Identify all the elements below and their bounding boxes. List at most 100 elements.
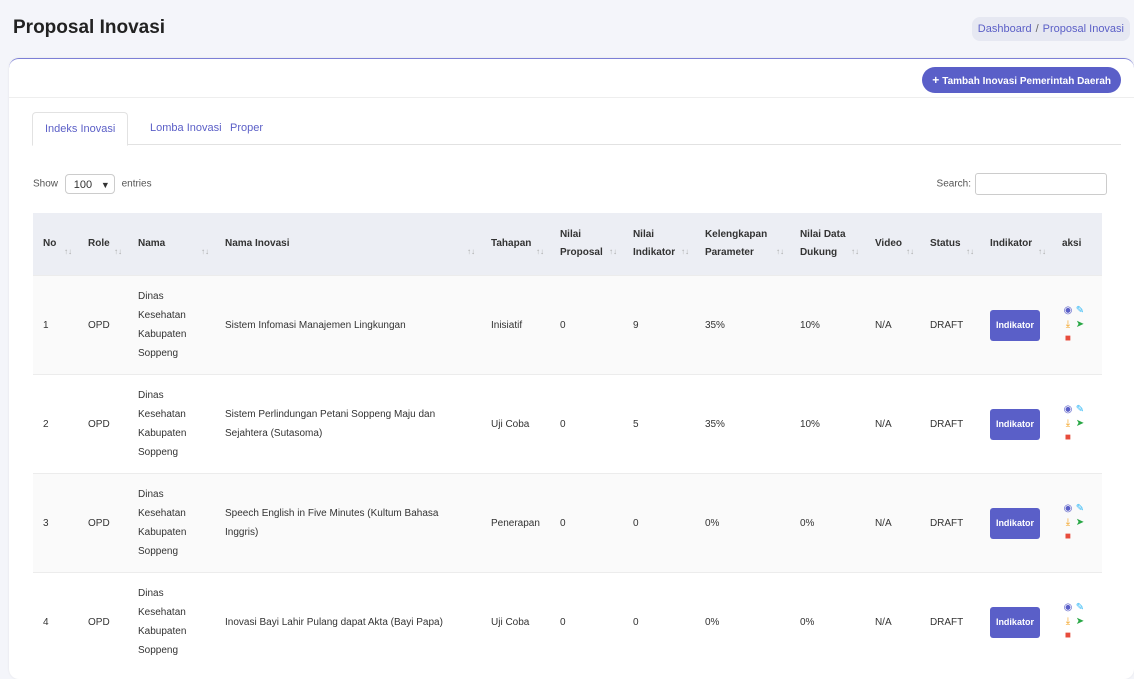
sort-icon: ↑↓ — [535, 247, 544, 256]
trash-icon[interactable]: ■ — [1062, 530, 1074, 544]
cell-nama: Dinas Kesehatan Kabupaten Soppeng — [128, 275, 215, 375]
trash-icon[interactable]: ■ — [1062, 629, 1074, 643]
indikator-button[interactable]: Indikator — [989, 309, 1040, 341]
sort-icon: ↑↓ — [1037, 247, 1046, 256]
entries-value: 100 — [73, 179, 93, 191]
plus-icon: + — [932, 73, 940, 87]
sort-icon: ↑↓ — [608, 247, 617, 256]
send-icon[interactable]: ➤ — [1074, 318, 1086, 332]
send-icon[interactable]: ➤ — [1074, 615, 1086, 629]
indikator-button[interactable]: Indikator — [989, 408, 1040, 440]
trash-icon[interactable]: ■ — [1062, 431, 1074, 445]
cell-video: N/A — [864, 275, 920, 375]
cell-status: DRAFT — [919, 374, 980, 474]
breadcrumb-home[interactable]: Dashboard — [978, 23, 1032, 35]
indikator-button[interactable]: Indikator — [989, 507, 1040, 539]
chevron-down-icon: ▼ — [100, 180, 110, 190]
column-header-nilai-indikator[interactable]: Nilai Indikator ↑↓ — [622, 213, 695, 276]
tab-indeks-inovasi[interactable]: Indeks Inovasi — [32, 112, 129, 146]
cell-nilai-indikator: 0 — [622, 473, 695, 573]
column-header-no[interactable]: No ↑↓ — [33, 213, 78, 276]
column-header-indikator[interactable]: Indikator ↑↓ — [979, 213, 1052, 276]
eye-icon[interactable]: ◉ — [1062, 601, 1074, 615]
cell-nilai-proposal: 0 — [549, 275, 623, 375]
pencil-icon[interactable]: ✎ — [1074, 601, 1086, 615]
cell-nilai-data: 10% — [789, 275, 865, 375]
cell-no: 1 — [33, 275, 78, 375]
column-header-status[interactable]: Status ↑↓ — [919, 213, 980, 276]
table-row: 4 OPD Dinas Kesehatan Kabupaten Soppeng … — [33, 572, 1102, 671]
tab-proper[interactable]: Proper — [218, 112, 275, 144]
cell-nama-inovasi: Speech English in Five Minutes (Kultum B… — [215, 473, 481, 573]
cell-no: 4 — [33, 572, 78, 671]
column-header-nilai-data[interactable]: Nilai Data Dukung ↑↓ — [789, 213, 865, 276]
column-header-tahapan[interactable]: Tahapan ↑↓ — [481, 213, 550, 276]
cell-tahapan: Uji Coba — [481, 572, 550, 671]
search-input[interactable] — [975, 173, 1107, 195]
sort-icon: ↑↓ — [905, 247, 914, 256]
column-header-video[interactable]: Video ↑↓ — [864, 213, 920, 276]
cell-nilai-data: 10% — [789, 374, 865, 474]
cell-kelengkapan: 0% — [694, 473, 790, 573]
sort-icon: ↑↓ — [114, 247, 122, 256]
download-icon[interactable]: ⤓ — [1062, 516, 1074, 530]
column-header-nama[interactable]: Nama ↑↓ — [128, 213, 215, 276]
cell-no: 3 — [33, 473, 78, 573]
breadcrumb-current: Proposal Inovasi — [1042, 23, 1124, 35]
eye-icon[interactable]: ◉ — [1062, 403, 1074, 417]
cell-tahapan: Penerapan — [481, 473, 550, 573]
column-header-aksi[interactable]: aksi — [1051, 213, 1102, 276]
eye-icon[interactable]: ◉ — [1062, 502, 1074, 516]
pencil-icon[interactable]: ✎ — [1074, 502, 1086, 516]
download-icon[interactable]: ⤓ — [1062, 417, 1074, 431]
column-header-nilai-proposal[interactable]: Nilai Proposal ↑↓ — [549, 213, 623, 276]
add-innovation-button[interactable]: + Tambah Inovasi Pemerintah Daerah — [922, 67, 1121, 93]
sort-icon: ↑↓ — [467, 247, 475, 256]
sort-icon: ↑↓ — [201, 247, 209, 256]
sort-icon: ↑↓ — [680, 247, 689, 256]
cell-nama: Dinas Kesehatan Kabupaten Soppeng — [128, 374, 215, 474]
cell-indikator: Indikator — [979, 374, 1052, 474]
download-icon[interactable]: ⤓ — [1062, 615, 1074, 629]
add-innovation-label: Tambah Inovasi Pemerintah Daerah — [942, 76, 1111, 87]
cell-nilai-indikator: 0 — [622, 572, 695, 671]
cell-actions: ◉ ✎ ⤓ ➤ ■ — [1051, 374, 1102, 474]
column-header-role[interactable]: Role ↑↓ — [78, 213, 128, 276]
cell-kelengkapan: 0% — [694, 572, 790, 671]
table-row: 1 OPD Dinas Kesehatan Kabupaten Soppeng … — [33, 275, 1102, 375]
cell-nilai-proposal: 0 — [549, 572, 623, 671]
eye-icon[interactable]: ◉ — [1062, 304, 1074, 318]
sort-icon: ↑↓ — [64, 247, 72, 256]
cell-kelengkapan: 35% — [694, 374, 790, 474]
cell-nama-inovasi: Inovasi Bayi Lahir Pulang dapat Akta (Ba… — [215, 572, 481, 671]
cell-nilai-indikator: 9 — [622, 275, 695, 375]
download-icon[interactable]: ⤓ — [1062, 318, 1074, 332]
cell-nilai-indikator: 5 — [622, 374, 695, 474]
send-icon[interactable]: ➤ — [1074, 516, 1086, 530]
column-header-kelengkapan[interactable]: Kelengkapan Parameter ↑↓ — [694, 213, 790, 276]
page-title: Proposal Inovasi — [13, 17, 166, 38]
trash-icon[interactable]: ■ — [1062, 332, 1074, 346]
cell-indikator: Indikator — [979, 275, 1052, 375]
cell-kelengkapan: 35% — [694, 275, 790, 375]
column-header-nama-inovasi[interactable]: Nama Inovasi ↑↓ — [215, 213, 481, 276]
table-row: 3 OPD Dinas Kesehatan Kabupaten Soppeng … — [33, 473, 1102, 573]
table-row: 2 OPD Dinas Kesehatan Kabupaten Soppeng … — [33, 374, 1102, 474]
table-header-row: No ↑↓ Role ↑↓ Nama ↑↓ Nama Inovasi ↑↓ Tahapa… — [33, 213, 1102, 276]
entries-select[interactable]: 100 ▼ — [64, 174, 115, 194]
entries-label: entries — [121, 178, 152, 190]
cell-actions: ◉ ✎ ⤓ ➤ ■ — [1051, 572, 1102, 671]
pencil-icon[interactable]: ✎ — [1074, 304, 1086, 318]
pencil-icon[interactable]: ✎ — [1074, 403, 1086, 417]
cell-actions: ◉ ✎ ⤓ ➤ ■ — [1051, 275, 1102, 375]
send-icon[interactable]: ➤ — [1074, 417, 1086, 431]
cell-tahapan: Inisiatif — [481, 275, 550, 375]
search-label: Search: — [936, 178, 971, 190]
cell-nilai-proposal: 0 — [549, 473, 623, 573]
cell-status: DRAFT — [919, 473, 980, 573]
card-divider — [9, 97, 1134, 98]
cell-role: OPD — [78, 275, 128, 375]
show-label: Show — [33, 178, 59, 190]
indikator-button[interactable]: Indikator — [989, 606, 1040, 638]
cell-nilai-data: 0% — [789, 473, 865, 573]
